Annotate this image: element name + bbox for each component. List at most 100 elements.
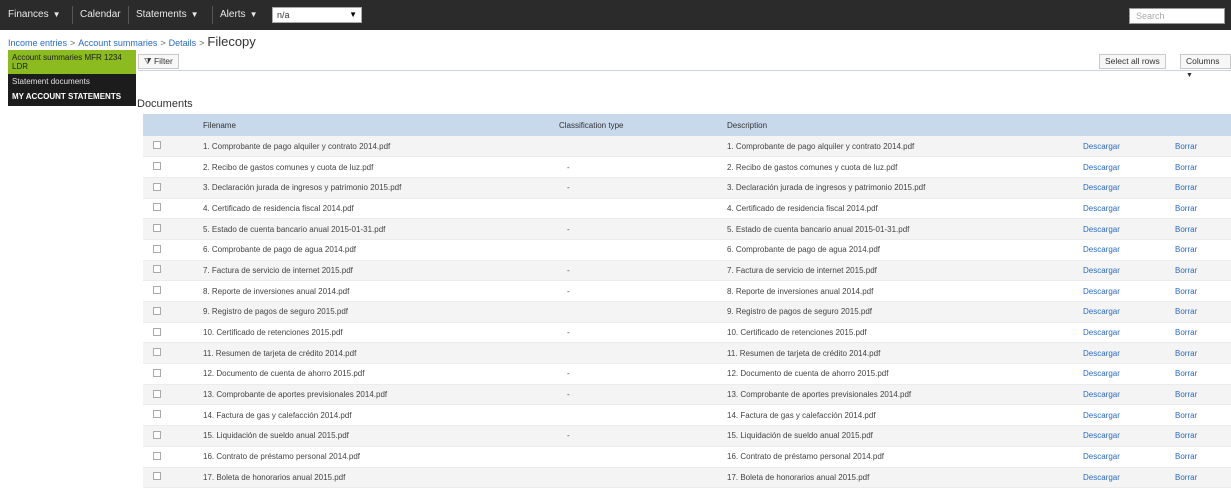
download-link[interactable]: Descargar xyxy=(1079,260,1171,282)
delete-link[interactable]: Borrar xyxy=(1171,342,1231,365)
menu-calendar[interactable]: Calendar xyxy=(80,9,121,20)
download-link[interactable]: Descargar xyxy=(1079,363,1171,385)
row-checkbox[interactable] xyxy=(153,472,161,481)
delete-link[interactable]: Borrar xyxy=(1171,446,1231,468)
select-all-button[interactable]: Select all rows xyxy=(1099,54,1166,69)
row-checkbox-cell[interactable] xyxy=(143,446,199,468)
download-link[interactable]: Descargar xyxy=(1079,404,1171,427)
row-checkbox-cell[interactable] xyxy=(143,342,199,365)
column-header-classification[interactable]: Classification type xyxy=(555,114,723,136)
row-checkbox-cell[interactable] xyxy=(143,198,199,220)
row-checkbox-cell[interactable] xyxy=(143,467,199,488)
row-checkbox-cell[interactable] xyxy=(143,136,199,158)
delete-link[interactable]: Borrar xyxy=(1171,301,1231,323)
menu-alerts[interactable]: Alerts ▼ xyxy=(220,9,257,20)
filter-icon: ⧩ xyxy=(144,56,152,66)
download-link[interactable]: Descargar xyxy=(1079,218,1171,240)
row-checkbox-cell[interactable] xyxy=(143,156,199,178)
table-row: 16. Contrato de préstamo personal 2014.p… xyxy=(143,446,1231,468)
columns-button[interactable]: Columns ▼ xyxy=(1180,54,1231,79)
description-cell: 3. Declaración jurada de ingresos y patr… xyxy=(723,177,1079,199)
row-checkbox-cell[interactable] xyxy=(143,177,199,199)
column-header-description[interactable]: Description xyxy=(723,114,1079,136)
row-checkbox-cell[interactable] xyxy=(143,218,199,240)
sidebar-item-my-statements[interactable]: MY ACCOUNT STATEMENTS xyxy=(8,89,136,104)
delete-link[interactable]: Borrar xyxy=(1171,218,1231,240)
row-checkbox-cell[interactable] xyxy=(143,260,199,282)
filename-cell: 2. Recibo de gastos comunes y cuota de l… xyxy=(199,156,555,178)
row-checkbox-cell[interactable] xyxy=(143,384,199,406)
table-row: 1. Comprobante de pago alquiler y contra… xyxy=(143,136,1231,158)
menu-separator xyxy=(128,6,129,24)
download-link[interactable]: Descargar xyxy=(1079,467,1171,488)
download-link[interactable]: Descargar xyxy=(1079,384,1171,406)
description-cell: 14. Factura de gas y calefacción 2014.pd… xyxy=(723,404,1079,427)
row-checkbox[interactable] xyxy=(153,368,161,377)
column-header-filename[interactable]: Filename xyxy=(199,114,555,136)
row-checkbox[interactable] xyxy=(153,182,161,191)
sidebar-item-account-summaries[interactable]: Account summaries MFR 1234 LDR xyxy=(8,50,136,74)
filename-cell: 17. Boleta de honorarios anual 2015.pdf xyxy=(199,467,555,488)
breadcrumb-item[interactable]: Account summaries xyxy=(78,38,157,48)
row-checkbox[interactable] xyxy=(153,410,161,419)
row-checkbox[interactable] xyxy=(153,389,161,398)
context-select[interactable]: n/a ▼ xyxy=(272,7,362,23)
row-checkbox[interactable] xyxy=(153,286,161,295)
download-link[interactable]: Descargar xyxy=(1079,177,1171,199)
delete-link[interactable]: Borrar xyxy=(1171,260,1231,282)
breadcrumb-item[interactable]: Income entries xyxy=(8,38,67,48)
delete-link[interactable]: Borrar xyxy=(1171,177,1231,199)
download-link[interactable]: Descargar xyxy=(1079,425,1171,447)
delete-link[interactable]: Borrar xyxy=(1171,322,1231,344)
row-checkbox-cell[interactable] xyxy=(143,404,199,427)
delete-link[interactable]: Borrar xyxy=(1171,425,1231,447)
menu-statements[interactable]: Statements ▼ xyxy=(136,9,199,20)
download-link[interactable]: Descargar xyxy=(1079,301,1171,323)
row-checkbox[interactable] xyxy=(153,141,161,150)
download-link[interactable]: Descargar xyxy=(1079,342,1171,365)
row-checkbox[interactable] xyxy=(153,244,161,253)
download-link[interactable]: Descargar xyxy=(1079,239,1171,261)
row-checkbox[interactable] xyxy=(153,327,161,336)
delete-link[interactable]: Borrar xyxy=(1171,384,1231,406)
breadcrumb-item[interactable]: Details xyxy=(169,38,197,48)
toolbar: ⧩ Filter Select all rows Columns ▼ xyxy=(138,50,1231,79)
row-checkbox[interactable] xyxy=(153,430,161,439)
download-link[interactable]: Descargar xyxy=(1079,322,1171,344)
row-checkbox-cell[interactable] xyxy=(143,322,199,344)
row-checkbox[interactable] xyxy=(153,348,161,357)
row-checkbox[interactable] xyxy=(153,451,161,460)
row-checkbox-cell[interactable] xyxy=(143,425,199,447)
filter-button[interactable]: ⧩ Filter xyxy=(138,54,179,69)
search-input[interactable]: Search xyxy=(1129,8,1225,24)
download-link[interactable]: Descargar xyxy=(1079,198,1171,220)
row-checkbox[interactable] xyxy=(153,162,161,171)
row-checkbox-cell[interactable] xyxy=(143,363,199,385)
delete-link[interactable]: Borrar xyxy=(1171,404,1231,427)
sidebar-item-statement-documents[interactable]: Statement documents xyxy=(8,74,136,89)
delete-link[interactable]: Borrar xyxy=(1171,280,1231,302)
delete-link[interactable]: Borrar xyxy=(1171,156,1231,178)
menu-finances[interactable]: Finances ▼ xyxy=(8,9,61,20)
delete-link[interactable]: Borrar xyxy=(1171,239,1231,261)
delete-link[interactable]: Borrar xyxy=(1171,198,1231,220)
table-row: 10. Certificado de retenciones 2015.pdf -… xyxy=(143,322,1231,344)
download-link[interactable]: Descargar xyxy=(1079,280,1171,302)
delete-link[interactable]: Borrar xyxy=(1171,136,1231,158)
download-link[interactable]: Descargar xyxy=(1079,156,1171,178)
row-checkbox[interactable] xyxy=(153,306,161,315)
row-checkbox[interactable] xyxy=(153,265,161,274)
delete-link[interactable]: Borrar xyxy=(1171,467,1231,488)
download-link[interactable]: Descargar xyxy=(1079,136,1171,158)
row-checkbox-cell[interactable] xyxy=(143,239,199,261)
filename-cell: 13. Comprobante de aportes previsionales… xyxy=(199,384,555,406)
download-link[interactable]: Descargar xyxy=(1079,446,1171,468)
filename-cell: 6. Comprobante de pago de agua 2014.pdf xyxy=(199,239,555,261)
row-checkbox-cell[interactable] xyxy=(143,280,199,302)
delete-link[interactable]: Borrar xyxy=(1171,363,1231,385)
row-checkbox[interactable] xyxy=(153,203,161,212)
row-checkbox[interactable] xyxy=(153,224,161,233)
classification-cell: - xyxy=(555,260,723,282)
breadcrumb-separator: > xyxy=(70,38,76,48)
row-checkbox-cell[interactable] xyxy=(143,301,199,323)
